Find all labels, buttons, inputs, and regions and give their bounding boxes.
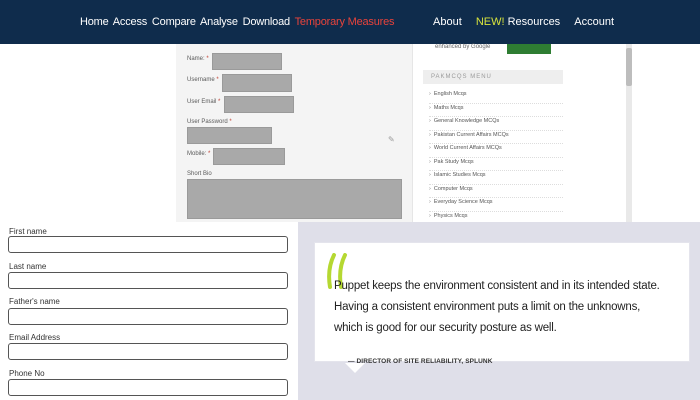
menu-item[interactable]: Pak Study Mcqs [429, 158, 563, 171]
nav-home-link[interactable]: Home [80, 16, 109, 28]
menu-item[interactable]: General Knowledge MCQs [429, 117, 563, 131]
email-address-label: Email Address [9, 333, 61, 342]
fathers-name-input[interactable] [8, 308, 288, 325]
phone-no-input[interactable] [8, 379, 288, 396]
pencil-icon: ✎ [388, 135, 395, 144]
nav-about-link[interactable]: About [433, 16, 462, 28]
menu-item[interactable]: Computer Mcqs [429, 185, 563, 198]
nav-compare-link[interactable]: Compare [152, 16, 196, 28]
menu-item[interactable]: Islamic Studies Mcqs [429, 171, 563, 185]
nav-temporary-measures-link[interactable]: Temporary Measures [295, 16, 395, 28]
first-name-label: First name [9, 227, 47, 236]
new-badge: NEW! [475, 16, 505, 28]
secondary-nav: About NEW! Resources Account [422, 16, 614, 28]
menu-item[interactable]: Everyday Science Mcqs [429, 198, 563, 212]
nav-access-link[interactable]: Access [113, 16, 147, 28]
search-button[interactable] [507, 44, 551, 54]
page-margin-right [632, 44, 700, 222]
resources-label: Resources [507, 16, 561, 28]
first-name-input[interactable] [8, 236, 288, 253]
short-bio-label: Short Bio [187, 171, 212, 177]
user-password-label: User Password * [187, 119, 232, 125]
username-input[interactable] [222, 74, 292, 92]
testimonial-section: Puppet keeps the environment consistent … [298, 222, 700, 400]
registration-panel: Name: * Username * User Email * User Pas… [176, 44, 412, 222]
short-bio-textarea[interactable] [187, 179, 402, 219]
search-input[interactable]: enhanced by Google [435, 44, 490, 50]
user-email-input[interactable] [224, 96, 294, 113]
mobile-label: Mobile: * [187, 151, 211, 157]
composite-screenshot: Home Access Compare Analyse Download Tem… [0, 0, 700, 400]
username-label: Username * [187, 77, 219, 83]
nav-resources-link[interactable]: NEW! Resources [476, 16, 560, 28]
nav-analyse-link[interactable]: Analyse [200, 16, 238, 28]
nav-account-link[interactable]: Account [574, 16, 614, 28]
name-input[interactable] [212, 53, 282, 70]
menu-item[interactable]: World Current Affairs MCQs [429, 144, 563, 158]
user-password-input[interactable] [187, 127, 272, 144]
phone-no-label: Phone No [9, 369, 45, 378]
quote-attribution: — DIRECTOR OF SITE RELIABILITY, SPLUNK [348, 358, 493, 365]
mobile-input[interactable] [213, 148, 285, 165]
menu-list: English Mcqs Maths Mcqs General Knowledg… [429, 90, 563, 225]
top-navigation-bar: Home Access Compare Analyse Download Tem… [0, 0, 700, 44]
last-name-input[interactable] [8, 272, 288, 289]
page-margin-left [0, 44, 176, 222]
sidebar: enhanced by Google PAKMCQS MENU English … [412, 44, 632, 225]
fathers-name-label: Father's name [9, 297, 60, 306]
name-label: Name: * [187, 56, 209, 62]
primary-nav: Home Access Compare Analyse Download Tem… [80, 16, 396, 28]
nav-download-link[interactable]: Download [243, 16, 291, 28]
menu-item[interactable]: Pakistan Current Affairs MCQs [429, 131, 563, 144]
personal-details-form: First name Last name Father's name Email… [0, 222, 298, 400]
last-name-label: Last name [9, 262, 47, 271]
menu-heading: PAKMCQS MENU [423, 70, 563, 84]
quote-text: Puppet keeps the environment consistent … [334, 280, 660, 334]
user-email-label: User Email * [187, 99, 221, 105]
menu-item[interactable]: English Mcqs [429, 90, 563, 104]
menu-item[interactable]: Maths Mcqs [429, 104, 563, 117]
email-address-input[interactable] [8, 343, 288, 360]
